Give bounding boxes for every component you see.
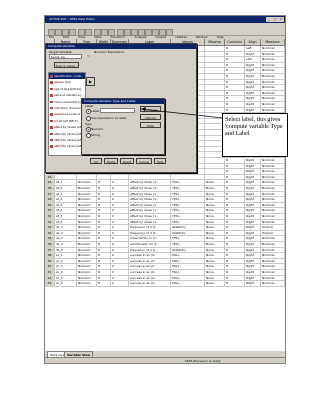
table-row: 43 sc_6 Numeric 8 0 success in ex (0.. FAIL)..… [45, 281, 285, 287]
status-bar: SPSS Processor is ready [45, 357, 285, 363]
label-option-text: Label: [91, 108, 101, 113]
label-group-header: Label [85, 104, 94, 108]
dialog-recall-icon[interactable] [69, 29, 76, 36]
label-text-input[interactable] [100, 108, 135, 113]
print-icon[interactable] [62, 29, 69, 36]
save-icon[interactable] [55, 29, 62, 36]
cancel-button[interactable]: Cancel [136, 158, 152, 164]
type-label-dialog-title: Compute Variable: Type and Label [82, 99, 164, 104]
undo-icon[interactable] [78, 29, 85, 36]
string-option-label: String [91, 132, 100, 137]
type-and-label-dialog: Compute Variable: Type and Label Label L… [81, 98, 165, 155]
annotation-text: Select label, this gives 'compute variab… [225, 116, 283, 137]
type-label-button[interactable]: Type & Label... [54, 62, 79, 68]
use-sets-icon[interactable] [166, 29, 173, 36]
open-icon[interactable] [48, 29, 55, 36]
col-columns[interactable]: Columns [225, 39, 245, 46]
table-cell[interactable]: sc_6 [55, 281, 77, 287]
variable-items: identification numb.. gender [Q1] age at l… [49, 73, 85, 150]
reset-button[interactable]: Reset [120, 158, 134, 164]
type-label-cancel-button[interactable]: Cancel [140, 114, 161, 120]
close-icon[interactable]: × [278, 17, 284, 22]
status-processor: SPSS Processor is ready [185, 359, 221, 363]
paste-button[interactable]: Paste [104, 158, 118, 164]
numeric-expression-label: Numeric Expression: [94, 50, 125, 54]
table-cell[interactable]: Nominal [261, 281, 285, 287]
insert-case-icon[interactable] [124, 29, 131, 36]
value-labels-icon[interactable] [159, 29, 166, 36]
row-number[interactable]: 43 [45, 281, 55, 287]
spss-window: ACTIVE.DAT - SPSS Data Editor _ □ × File… [44, 15, 286, 364]
variables-icon[interactable] [108, 29, 115, 36]
table-cell[interactable]: 0 [111, 281, 129, 287]
table-cell[interactable]: Numeric [77, 281, 97, 287]
insert-variable-icon[interactable] [131, 29, 138, 36]
toolbar [45, 28, 285, 36]
col-measure[interactable]: Measure [261, 39, 285, 46]
type-group-header: Type [85, 122, 92, 126]
continue-button[interactable]: Continue [140, 106, 161, 112]
split-file-icon[interactable] [138, 29, 145, 36]
variable-list-item[interactable]: affect by illness [AF.. [49, 143, 85, 149]
table-cell[interactable]: Right [245, 281, 261, 287]
redo-icon[interactable] [85, 29, 92, 36]
numeric-option-label: Numeric [91, 126, 104, 131]
move-variable-arrow-icon[interactable]: ▶ [86, 77, 95, 86]
target-variable-input[interactable]: being_sw [49, 54, 82, 59]
table-cell[interactable]: 8 [225, 281, 245, 287]
ok-button[interactable]: OK [90, 158, 102, 164]
window-title: ACTIVE.DAT - SPSS Data Editor [49, 17, 96, 21]
compute-dialog-title: Compute Variable [46, 44, 196, 49]
type-label-help-button[interactable]: Help [140, 122, 161, 128]
window-titlebar: ACTIVE.DAT - SPSS Data Editor _ □ × [45, 16, 285, 23]
use-expression-label: Use expression as label [91, 115, 127, 120]
col-missing[interactable]: Missing [205, 39, 225, 46]
table-cell[interactable]: success in ex (0.. [129, 281, 171, 287]
table-cell[interactable]: FAIL).. [171, 281, 205, 287]
find-icon[interactable] [117, 29, 124, 36]
weight-cases-icon[interactable] [145, 29, 152, 36]
table-cell[interactable]: None [205, 281, 225, 287]
help-button[interactable]: Help [154, 158, 166, 164]
annotation-box: Select label, this gives 'compute variab… [222, 113, 288, 157]
table-cell[interactable]: 8 [97, 281, 111, 287]
goto-chart-icon[interactable] [94, 29, 101, 36]
equals-sign: = [87, 54, 90, 58]
col-align[interactable]: Align [245, 39, 261, 46]
goto-case-icon[interactable] [101, 29, 108, 36]
select-cases-icon[interactable] [152, 29, 159, 36]
